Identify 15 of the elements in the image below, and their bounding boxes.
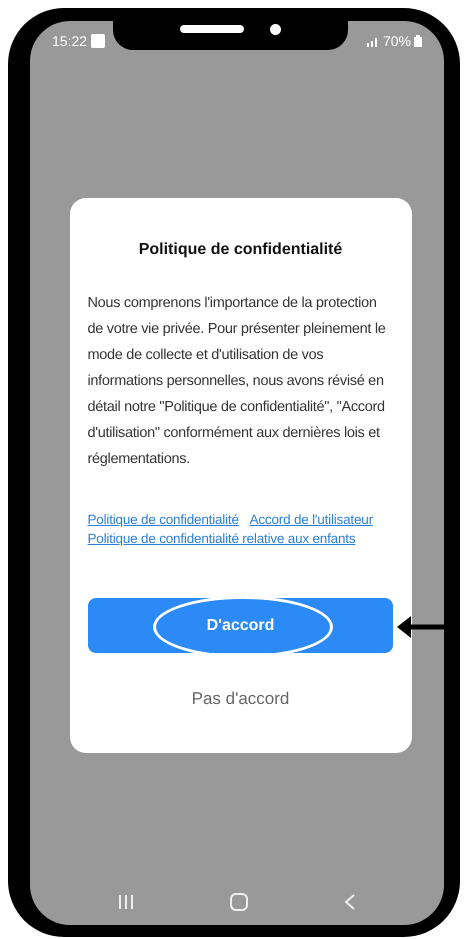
dialog-title: Politique de confidentialité: [138, 240, 344, 260]
signal-icon: [366, 35, 380, 47]
app-notification-icon: [91, 34, 106, 48]
speaker-icon: [180, 25, 244, 33]
battery-level: 70%: [382, 32, 411, 50]
arrow-icon: [397, 615, 445, 639]
camera-icon: [270, 24, 281, 34]
policy-links[interactable]: Politique de confidentialité Accord de l'utilisateur Politique de confidentialité relative aux enfants: [88, 510, 394, 548]
back-icon[interactable]: [344, 894, 356, 910]
recent-apps-icon[interactable]: [118, 895, 134, 909]
battery-icon: [414, 35, 422, 47]
status-time: 15:22: [52, 32, 88, 50]
disagree-button[interactable]: Pas d'accord: [184, 683, 298, 715]
dialog-body: Nous comprenons l'importance de la protection de votre vie privée. Pour présenter pleinement le mode de collecte et d'utilisation de vos informations personnelles, nous avons révisé en détail notre "Politique de confidentialité", "Accord d'utilisation" conformément aux dernières lois et réglementations.: [88, 294, 387, 469]
home-icon[interactable]: [230, 893, 248, 911]
